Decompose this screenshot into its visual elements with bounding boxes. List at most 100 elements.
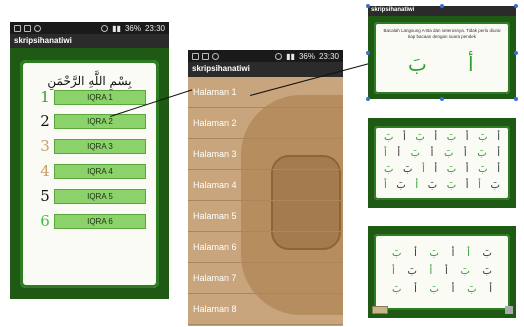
page-preview-1: skripsihanatiwi Bacalah Langsung A-Ba da…	[366, 4, 518, 101]
halaman-item-5[interactable]: Halaman 5	[188, 201, 343, 232]
sd-card-icon	[24, 24, 31, 32]
iqra-button[interactable]: IQRA 1	[54, 89, 146, 105]
iqra-button[interactable]: IQRA 6	[54, 213, 146, 229]
halaman-list: Halaman 1 Halaman 2 Halaman 3 Halaman 4 Hala…	[188, 77, 343, 326]
letter-row: بَ أ بَ أ بَ أ	[392, 284, 492, 295]
hijaiyah-letter: أ	[478, 180, 481, 191]
image-icon	[192, 52, 199, 60]
next-page-button[interactable]	[505, 306, 513, 314]
alarm-icon	[101, 24, 109, 32]
battery-percent: 36%	[298, 51, 315, 61]
hijaiyah-letter: بَ	[429, 248, 439, 259]
hijaiyah-letter: بَ	[446, 132, 457, 143]
iqra-number: 6	[40, 212, 50, 230]
iqra-button[interactable]: IQRA 5	[54, 188, 146, 204]
iqra-item-5[interactable]: 5 IQRA 5	[36, 187, 146, 205]
hijaiyah-letter: أ	[451, 248, 455, 259]
alarm-icon	[275, 52, 283, 60]
iqra-number: 1	[40, 88, 50, 106]
sd-card-icon	[202, 52, 209, 60]
hijaiyah-letter: بَ	[482, 266, 492, 277]
halaman-item-2[interactable]: Halaman 2	[188, 108, 343, 139]
image-icon	[14, 24, 21, 32]
hijaiyah-letter: بَ	[407, 266, 417, 277]
hijaiyah-letter: أ	[434, 164, 438, 175]
status-bar: ▮▮ 36% 23:30	[10, 22, 169, 34]
sync-icon	[212, 52, 219, 60]
letter-ba: بَ	[408, 52, 427, 76]
instruction-text: Bacalah Langsung A-Ba dan seterusnya. Ti…	[383, 28, 501, 39]
hijaiyah-letter: بَ	[384, 132, 394, 143]
hijaiyah-letter: بَ	[490, 180, 500, 191]
lesson-content: بَ أ بَ أ أ بَ أ بَ أ أ بَ بَ بَ أ بَ أ بَ أ	[374, 234, 510, 310]
selection-handle	[514, 51, 518, 55]
hijaiyah-letter: بَ	[415, 132, 425, 143]
letter-row: بَ بَ أ أ بَ أ بَ أ	[384, 164, 500, 175]
iqra-number: 5	[40, 187, 50, 205]
iqra-item-1[interactable]: 1 IQRA 1	[36, 88, 146, 106]
hijaiyah-letter: بَ	[477, 148, 487, 159]
hijaiyah-letter: بَ	[384, 164, 394, 175]
content-area: بِسْمِ اللَّهِ الرَّحْمَنِ الرَّحِيمِ 1I…	[20, 60, 159, 288]
selection-handle	[514, 4, 518, 8]
hijaiyah-letter: أ	[384, 148, 387, 159]
iqra-number: 4	[40, 162, 50, 180]
iqra-number: 3	[40, 137, 50, 155]
iqra-item-6[interactable]: 6 IQRA 6	[36, 212, 146, 230]
hijaiyah-letter: بَ	[429, 284, 439, 295]
ornament-frame: بِسْمِ اللَّهِ الرَّحْمَنِ الرَّحِيمِ 1I…	[10, 48, 169, 299]
letter-row: أ أ بَ أ بَ أ بَ أ	[384, 148, 500, 159]
hijaiyah-letter: بَ	[478, 164, 488, 175]
hijaiyah-letter: بَ	[392, 284, 402, 295]
hijaiyah-letter: أ	[463, 148, 467, 159]
hijaiyah-letter: أ	[384, 180, 387, 191]
hijaiyah-letter: أ	[422, 164, 425, 175]
halaman-item-1[interactable]: Halaman 1	[188, 77, 343, 108]
hijaiyah-letter: أ	[467, 248, 470, 259]
hijaiyah-letter: أ	[465, 164, 469, 175]
halaman-item-7[interactable]: Halaman 7	[188, 263, 343, 294]
hijaiyah-letter: أ	[465, 132, 469, 143]
iqra-number: 2	[40, 112, 50, 130]
prev-page-button[interactable]	[372, 306, 388, 314]
letter-row: أ بَ أ بَ بَ أ أ بَ	[384, 180, 500, 191]
iqra-button[interactable]: IQRA 3	[54, 138, 146, 154]
hijaiyah-letter: أ	[451, 284, 455, 295]
hijaiyah-letter: بَ	[482, 248, 492, 259]
hijaiyah-letter: بَ	[403, 164, 413, 175]
hijaiyah-letter: أ	[392, 266, 395, 277]
selection-handle	[440, 97, 444, 101]
iqra-button[interactable]: IQRA 4	[54, 163, 146, 179]
hijaiyah-letter: بَ	[427, 180, 438, 191]
selection-handle	[366, 51, 370, 55]
iqra-item-2[interactable]: 2 IQRA 2	[36, 112, 146, 130]
time: 23:30	[318, 51, 339, 61]
hijaiyah-letter: بَ	[467, 284, 477, 295]
hijaiyah-letter: بَ	[446, 164, 457, 175]
hijaiyah-letter: أ	[465, 180, 469, 191]
app-title: skripsihanatiwi	[188, 62, 343, 77]
selection-handle	[366, 97, 370, 101]
hijaiyah-letter: بَ	[410, 148, 421, 159]
halaman-item-4[interactable]: Halaman 4	[188, 170, 343, 201]
hijaiyah-letter: بَ	[392, 248, 402, 259]
hijaiyah-letter: أ	[415, 180, 419, 191]
sync-icon	[34, 24, 41, 32]
halaman-item-6[interactable]: Halaman 6	[188, 232, 343, 263]
letter-row: بَ أ بَ أ بَ أ بَ أ	[384, 132, 500, 143]
halaman-item-8[interactable]: Halaman 8	[188, 294, 343, 325]
status-bar: ▮▮ 36% 23:30	[188, 50, 343, 62]
hijaiyah-letter: بَ	[443, 148, 454, 159]
signal-icon: ▮▮	[112, 23, 121, 33]
iqra-item-3[interactable]: 3 IQRA 3	[36, 137, 146, 155]
iqra-button[interactable]: IQRA 2	[54, 113, 146, 129]
letter-alif: أ	[468, 52, 474, 76]
iqra-item-4[interactable]: 4 IQRA 4	[36, 162, 146, 180]
hijaiyah-letter: أ	[414, 248, 417, 259]
time: 23:30	[144, 23, 165, 33]
hijaiyah-letter: أ	[497, 132, 500, 143]
hijaiyah-letter: بَ	[478, 132, 488, 143]
letter-row: أ بَ أ أ بَ بَ	[392, 266, 492, 277]
halaman-item-3[interactable]: Halaman 3	[188, 139, 343, 170]
battery-percent: 36%	[124, 23, 141, 33]
